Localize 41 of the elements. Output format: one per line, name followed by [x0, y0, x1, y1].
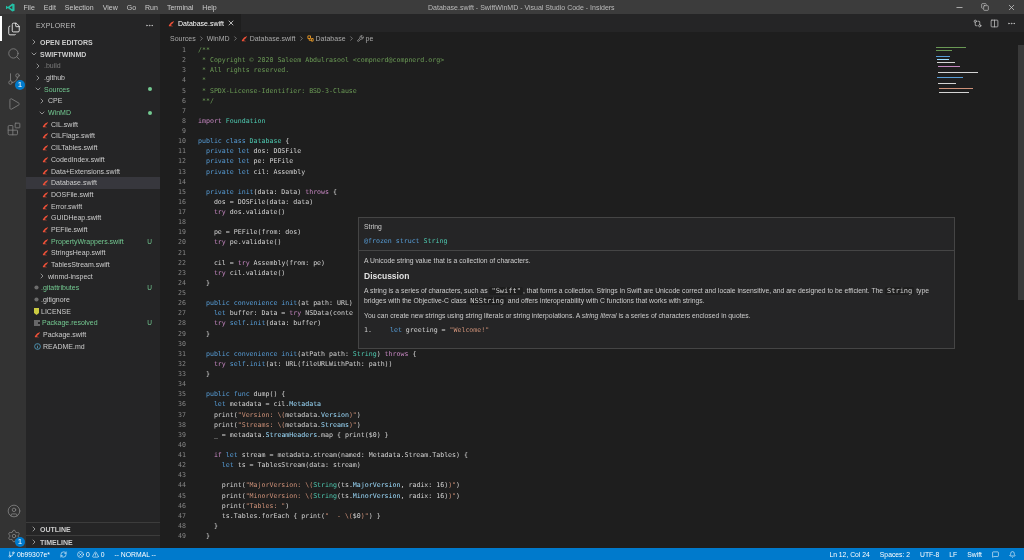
branch-icon — [7, 71, 21, 86]
warning-icon — [91, 550, 99, 558]
files-icon — [7, 21, 21, 36]
chevron-right-icon — [231, 35, 239, 42]
scrollbar-thumb[interactable] — [1018, 45, 1024, 300]
message-icon — [992, 550, 999, 558]
sync-icon — [59, 550, 67, 558]
chevron-right-icon — [347, 35, 355, 42]
error-icon — [76, 550, 84, 558]
blocks-icon — [7, 121, 21, 136]
notification-badge: 1 — [15, 537, 25, 547]
bell-icon — [1009, 550, 1016, 558]
section-heading: Discussion — [364, 270, 411, 281]
bird-icon — [34, 331, 41, 339]
bird-icon — [168, 19, 175, 27]
logo-icon — [6, 2, 15, 12]
info-icon — [34, 342, 41, 350]
restore-icon — [981, 3, 989, 11]
chevron-right-icon — [197, 35, 205, 42]
notification-badge: 1 — [15, 80, 25, 90]
close-icon[interactable] — [226, 19, 235, 27]
dot-icon — [34, 285, 39, 291]
dot-icon — [34, 297, 39, 303]
account-icon — [7, 503, 21, 518]
certificate-icon — [34, 307, 39, 315]
chevron-down-icon — [30, 50, 38, 58]
bird-icon — [240, 35, 248, 42]
search-icon — [7, 46, 21, 61]
split-editor-icon[interactable] — [990, 18, 999, 28]
compare-icon[interactable] — [973, 18, 982, 28]
activity-button[interactable]: 1 — [0, 523, 26, 548]
wrench-icon — [356, 35, 364, 42]
class-icon — [306, 35, 314, 42]
settings-icon — [7, 528, 21, 543]
lines-icon — [34, 319, 40, 326]
close-icon — [1006, 2, 1016, 12]
activity-button[interactable]: 1 — [0, 66, 26, 91]
chevron-right-icon — [297, 35, 305, 42]
chevron-right-icon — [30, 38, 38, 46]
play-icon — [7, 96, 21, 111]
branch-icon — [8, 550, 15, 558]
